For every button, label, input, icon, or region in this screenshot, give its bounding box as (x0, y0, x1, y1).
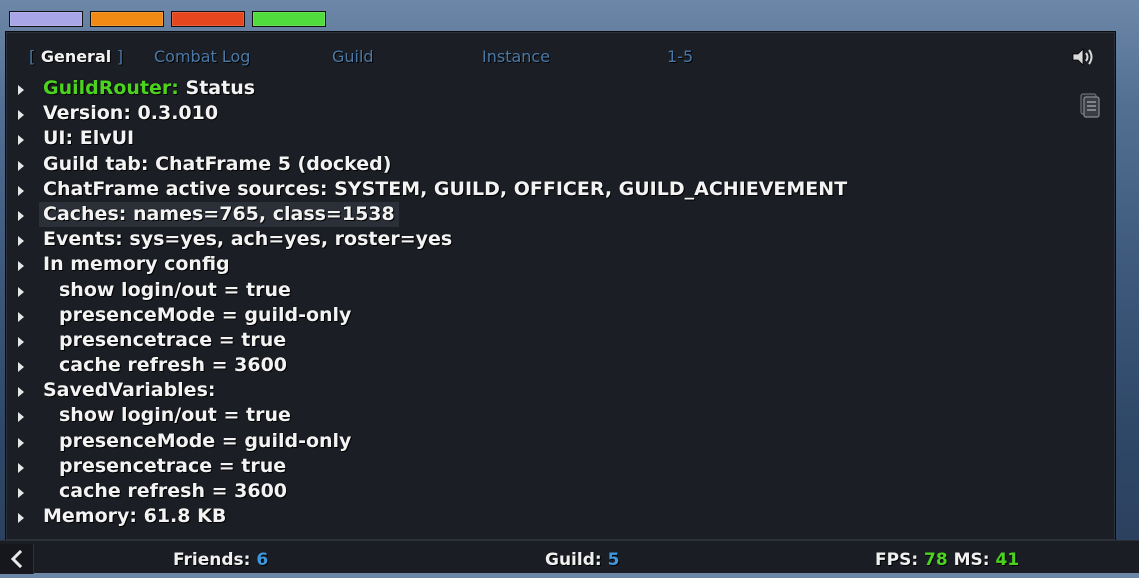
chat-line[interactable]: show login/out = true (6, 278, 1066, 303)
chat-line-text: Caches: names=765, class=1538 (39, 201, 399, 228)
triangle-right-icon (18, 462, 24, 473)
triangle-right-icon (18, 236, 24, 247)
chat-line-text: Guild tab: ChatFrame 5 (docked) (43, 152, 392, 175)
tab-combat-log[interactable]: Combat Log (154, 47, 250, 66)
chat-tabs: [ General ] Combat Log Guild Instance 1-… (6, 44, 1115, 70)
tab-combat-log-label: Combat Log (154, 47, 251, 66)
chat-line-text: cache refresh = 3600 (59, 480, 288, 502)
chat-line[interactable]: SavedVariables: (6, 378, 1066, 403)
triangle-right-icon (18, 261, 24, 272)
chat-line-text: In memory config (43, 253, 230, 276)
purple-strip[interactable] (9, 11, 83, 27)
chat-line-text: show login/out = true (59, 404, 291, 427)
guild-label: Guild: (545, 550, 602, 570)
guild-datatext[interactable]: Guild: 5 (545, 550, 619, 570)
tab-guild[interactable]: Guild (332, 47, 374, 66)
triangle-right-icon (18, 311, 24, 322)
triangle-right-icon (18, 336, 24, 347)
tab-1-5-label: 1-5 (667, 47, 694, 66)
system-datatext[interactable]: FPS: 78 MS: 41 (875, 550, 1019, 570)
chat-line-text: show login/out = true (59, 278, 291, 301)
triangle-right-icon (18, 387, 24, 398)
data-text-bar: Friends: 6 Guild: 5 FPS: 78 MS: 41 (0, 540, 1139, 574)
chat-line-highlighted[interactable]: Caches: names=765, class=1538 (6, 201, 1066, 228)
chat-line-text: presenceMode = guild-only (59, 303, 352, 326)
chat-line[interactable]: Memory: 61.8 KB (6, 504, 1066, 529)
triangle-right-icon (18, 362, 24, 373)
tab-bracket-left: [ (29, 47, 36, 66)
triangle-right-icon (18, 160, 24, 171)
tab-general-label: General (40, 47, 112, 66)
chat-line[interactable]: ChatFrame active sources: SYSTEM, GUILD,… (6, 177, 1066, 202)
ms-label: MS: (953, 550, 990, 570)
chat-line[interactable]: cache refresh = 3600 (6, 479, 1066, 504)
chat-line[interactable]: show login/out = true (6, 403, 1066, 428)
tab-guild-label: Guild (332, 47, 374, 66)
tab-1-5[interactable]: 1-5 (667, 47, 693, 66)
chat-messages: GuildRouter: Status Version: 0.3.010 UI:… (6, 76, 1066, 529)
chat-line-text: Version: 0.3.010 (43, 102, 219, 125)
chat-line[interactable]: GuildRouter: Status (6, 76, 1066, 101)
green-strip[interactable] (252, 11, 326, 27)
ms-value: 41 (995, 550, 1020, 570)
chat-line-text: presenceMode = guild-only (59, 429, 352, 452)
chat-line[interactable]: presenceMode = guild-only (6, 303, 1066, 328)
chat-line[interactable]: presencetrace = true (6, 454, 1066, 479)
red-strip[interactable] (171, 11, 245, 27)
copy-chat-icon[interactable] (1079, 92, 1101, 118)
chat-line[interactable]: Events: sys=yes, ach=yes, roster=yes (6, 227, 1066, 252)
triangle-right-icon (18, 286, 24, 297)
chat-line-text: Events: sys=yes, ach=yes, roster=yes (43, 228, 453, 251)
chat-line[interactable]: presencetrace = true (6, 328, 1066, 353)
chat-frame: [ General ] Combat Log Guild Instance 1-… (5, 31, 1116, 541)
friends-datatext[interactable]: Friends: 6 (173, 550, 268, 570)
tab-instance-label: Instance (482, 47, 551, 66)
tab-general[interactable]: [ General ] (29, 47, 123, 66)
fps-value: 78 (924, 550, 948, 570)
friends-count: 6 (256, 550, 269, 570)
triangle-right-icon (18, 135, 24, 146)
triangle-right-icon (18, 513, 24, 524)
triangle-right-icon (18, 412, 24, 423)
chat-line-text: SavedVariables: (43, 379, 216, 402)
collapse-chat-button[interactable] (0, 544, 34, 574)
chat-line-text: Memory: 61.8 KB (43, 505, 227, 528)
chat-line[interactable]: presenceMode = guild-only (6, 429, 1066, 454)
speaker-icon[interactable] (1070, 46, 1096, 68)
orange-strip[interactable] (90, 11, 164, 27)
chat-line-text: ChatFrame active sources: SYSTEM, GUILD,… (43, 177, 848, 200)
chat-line-text: presencetrace = true (59, 454, 287, 477)
chat-line[interactable]: cache refresh = 3600 (6, 353, 1066, 378)
guild-count: 5 (607, 550, 620, 570)
fps-label: FPS: (875, 550, 919, 570)
chat-line[interactable]: Guild tab: ChatFrame 5 (docked) (6, 152, 1066, 177)
chat-line-text: Status (178, 77, 256, 99)
chat-line-text: UI: ElvUI (43, 127, 135, 150)
triangle-right-icon (18, 437, 24, 448)
triangle-right-icon (18, 488, 24, 498)
chat-line[interactable]: In memory config (6, 252, 1066, 277)
triangle-right-icon (18, 185, 24, 196)
chat-line[interactable]: Version: 0.3.010 (6, 101, 1066, 126)
triangle-right-icon (18, 210, 24, 221)
chat-line-text: cache refresh = 3600 (59, 354, 288, 377)
tab-instance[interactable]: Instance (482, 47, 550, 66)
tab-bracket-right: ] (116, 47, 124, 66)
triangle-right-icon (18, 85, 24, 95)
chat-line[interactable]: UI: ElvUI (6, 126, 1066, 151)
chevron-left-icon (10, 549, 23, 569)
triangle-right-icon (18, 110, 24, 121)
addon-name: GuildRouter: (43, 77, 179, 99)
chat-line-text: presencetrace = true (59, 328, 287, 351)
friends-label: Friends: (173, 550, 251, 570)
